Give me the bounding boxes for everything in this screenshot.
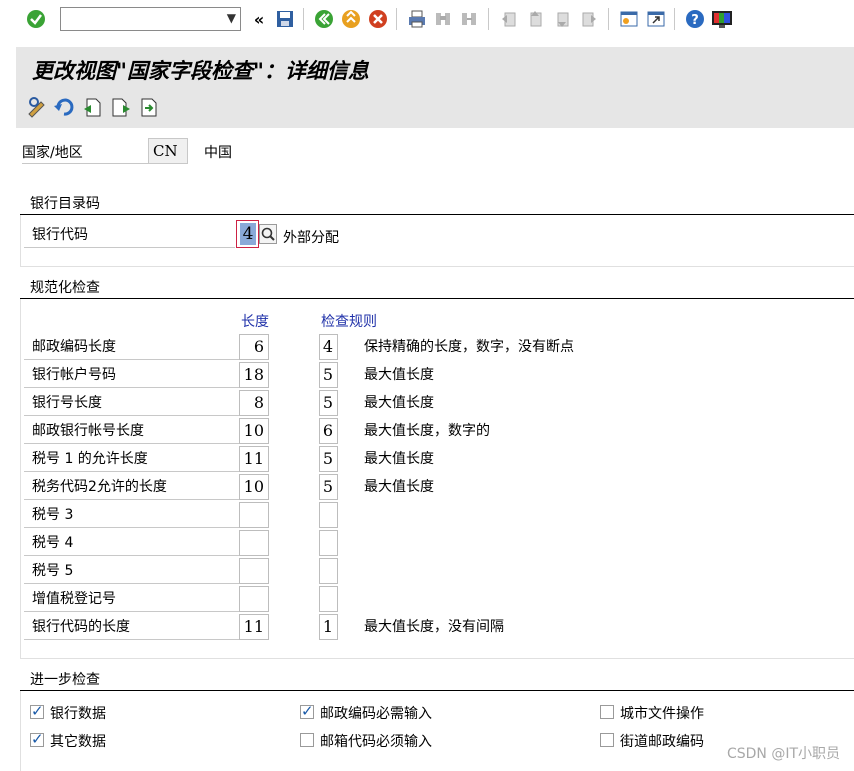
command-field[interactable]: ▼ bbox=[60, 7, 241, 31]
exit-icon[interactable] bbox=[340, 8, 362, 30]
back-icon[interactable] bbox=[313, 8, 335, 30]
display-change-icon[interactable] bbox=[26, 96, 48, 118]
search-icon bbox=[261, 227, 275, 241]
length-input[interactable]: 11 bbox=[239, 446, 269, 472]
rule-column-header: 检查规则 bbox=[321, 314, 377, 330]
row-label: 税务代码2允许的长度 bbox=[24, 474, 239, 500]
rule-input[interactable] bbox=[319, 586, 338, 612]
country-name: 中国 bbox=[204, 145, 232, 161]
country-label: 国家/地区 bbox=[22, 145, 83, 161]
length-input[interactable] bbox=[239, 586, 269, 612]
row-label: 税号 5 bbox=[24, 558, 239, 584]
row-label: 增值税登记号 bbox=[24, 586, 239, 612]
rule-input[interactable]: 5 bbox=[319, 390, 338, 416]
bank-code-label: 银行代码 bbox=[24, 222, 235, 248]
city-file-label: 城市文件操作 bbox=[620, 706, 704, 722]
row-label: 税号 4 bbox=[24, 530, 239, 556]
rule-description: 最大值长度 bbox=[364, 479, 434, 495]
next-entry-icon[interactable] bbox=[110, 96, 132, 118]
rule-input[interactable] bbox=[319, 530, 338, 556]
length-input[interactable]: 11 bbox=[239, 614, 269, 640]
rule-input[interactable]: 4 bbox=[319, 334, 338, 360]
help-icon[interactable]: ? bbox=[684, 8, 706, 30]
postal-code-required-label: 邮政编码必需输入 bbox=[320, 706, 432, 722]
street-postal-checkbox[interactable] bbox=[600, 733, 614, 747]
length-input[interactable] bbox=[239, 502, 269, 528]
row-label: 银行帐户号码 bbox=[24, 362, 239, 388]
rule-input[interactable]: 5 bbox=[319, 446, 338, 472]
bank-code-input[interactable]: 4 bbox=[236, 220, 259, 248]
new-session-icon[interactable] bbox=[618, 8, 640, 30]
customize-layout-icon[interactable] bbox=[711, 8, 733, 30]
save-icon[interactable] bbox=[274, 8, 296, 30]
prev-entry-icon[interactable] bbox=[81, 96, 103, 118]
bank-directory-group-title: 银行目录码 bbox=[20, 195, 854, 215]
rule-input[interactable]: 1 bbox=[319, 614, 338, 640]
rule-input[interactable]: 5 bbox=[319, 362, 338, 388]
first-page-icon bbox=[498, 8, 520, 30]
enter-icon[interactable] bbox=[25, 8, 47, 30]
rule-input[interactable]: 5 bbox=[319, 474, 338, 500]
po-box-required-label: 邮箱代码必须输入 bbox=[320, 734, 432, 750]
length-column-header: 长度 bbox=[241, 314, 269, 330]
length-input[interactable] bbox=[239, 530, 269, 556]
rule-description: 最大值长度 bbox=[364, 395, 434, 411]
city-file-checkbox[interactable] bbox=[600, 705, 614, 719]
next-page-icon bbox=[551, 8, 573, 30]
street-postal-label: 街道邮政编码 bbox=[620, 734, 704, 750]
length-input[interactable]: 6 bbox=[239, 334, 269, 360]
length-input[interactable]: 10 bbox=[239, 418, 269, 444]
page-title: 更改视图"国家字段检查"：详细信息 bbox=[32, 58, 369, 83]
watermark: CSDN @IT小职员 bbox=[726, 746, 840, 762]
rule-description: 保持精确的长度，数字，没有断点 bbox=[364, 339, 574, 355]
application-toolbar bbox=[16, 88, 854, 128]
find-icon bbox=[432, 8, 454, 30]
other-data-checkbox[interactable] bbox=[30, 730, 44, 748]
norm-check-group-title: 规范化检查 bbox=[20, 279, 854, 299]
length-input[interactable]: 18 bbox=[239, 362, 269, 388]
row-label: 税号 1 的允许长度 bbox=[24, 446, 239, 472]
bank-data-checkbox[interactable] bbox=[30, 702, 44, 720]
undo-icon[interactable] bbox=[53, 96, 75, 118]
bank-code-description: 外部分配 bbox=[283, 230, 339, 246]
po-box-required-checkbox[interactable] bbox=[300, 733, 314, 747]
last-page-icon bbox=[578, 8, 600, 30]
length-input[interactable]: 8 bbox=[239, 390, 269, 416]
row-label: 银行号长度 bbox=[24, 390, 239, 416]
select-entry-icon[interactable] bbox=[138, 96, 160, 118]
svg-text:?: ? bbox=[691, 13, 699, 28]
other-data-label: 其它数据 bbox=[50, 734, 106, 750]
rule-input[interactable] bbox=[319, 502, 338, 528]
row-label: 税号 3 bbox=[24, 502, 239, 528]
cancel-icon[interactable] bbox=[367, 8, 389, 30]
system-toolbar: ▼ « ? bbox=[0, 0, 854, 38]
row-label: 银行代码的长度 bbox=[24, 614, 239, 640]
bank-code-value: 4 bbox=[240, 223, 256, 245]
rule-input[interactable] bbox=[319, 558, 338, 584]
title-bar: 更改视图"国家字段检查"：详细信息 bbox=[16, 47, 854, 88]
back-arrows-icon[interactable]: « bbox=[248, 8, 270, 30]
row-label: 邮政银行帐号长度 bbox=[24, 418, 239, 444]
length-input[interactable]: 10 bbox=[239, 474, 269, 500]
chevron-down-icon[interactable]: ▼ bbox=[227, 11, 236, 25]
length-input[interactable] bbox=[239, 558, 269, 584]
search-help-button[interactable] bbox=[259, 224, 277, 244]
print-icon[interactable] bbox=[406, 8, 428, 30]
find-next-icon bbox=[458, 8, 480, 30]
rule-description: 最大值长度 bbox=[364, 367, 434, 383]
rule-description: 最大值长度，数字的 bbox=[364, 423, 490, 439]
rule-description: 最大值长度 bbox=[364, 451, 434, 467]
country-code-field: CN bbox=[148, 138, 188, 164]
bank-data-label: 银行数据 bbox=[50, 706, 106, 722]
postal-code-required-checkbox[interactable] bbox=[300, 702, 314, 720]
rule-input[interactable]: 6 bbox=[319, 418, 338, 444]
row-label: 邮政编码长度 bbox=[24, 334, 239, 360]
rule-description: 最大值长度，没有间隔 bbox=[364, 619, 504, 635]
shortcut-icon[interactable] bbox=[645, 8, 667, 30]
further-check-group-title: 进一步检查 bbox=[20, 671, 854, 691]
prev-page-icon bbox=[524, 8, 546, 30]
